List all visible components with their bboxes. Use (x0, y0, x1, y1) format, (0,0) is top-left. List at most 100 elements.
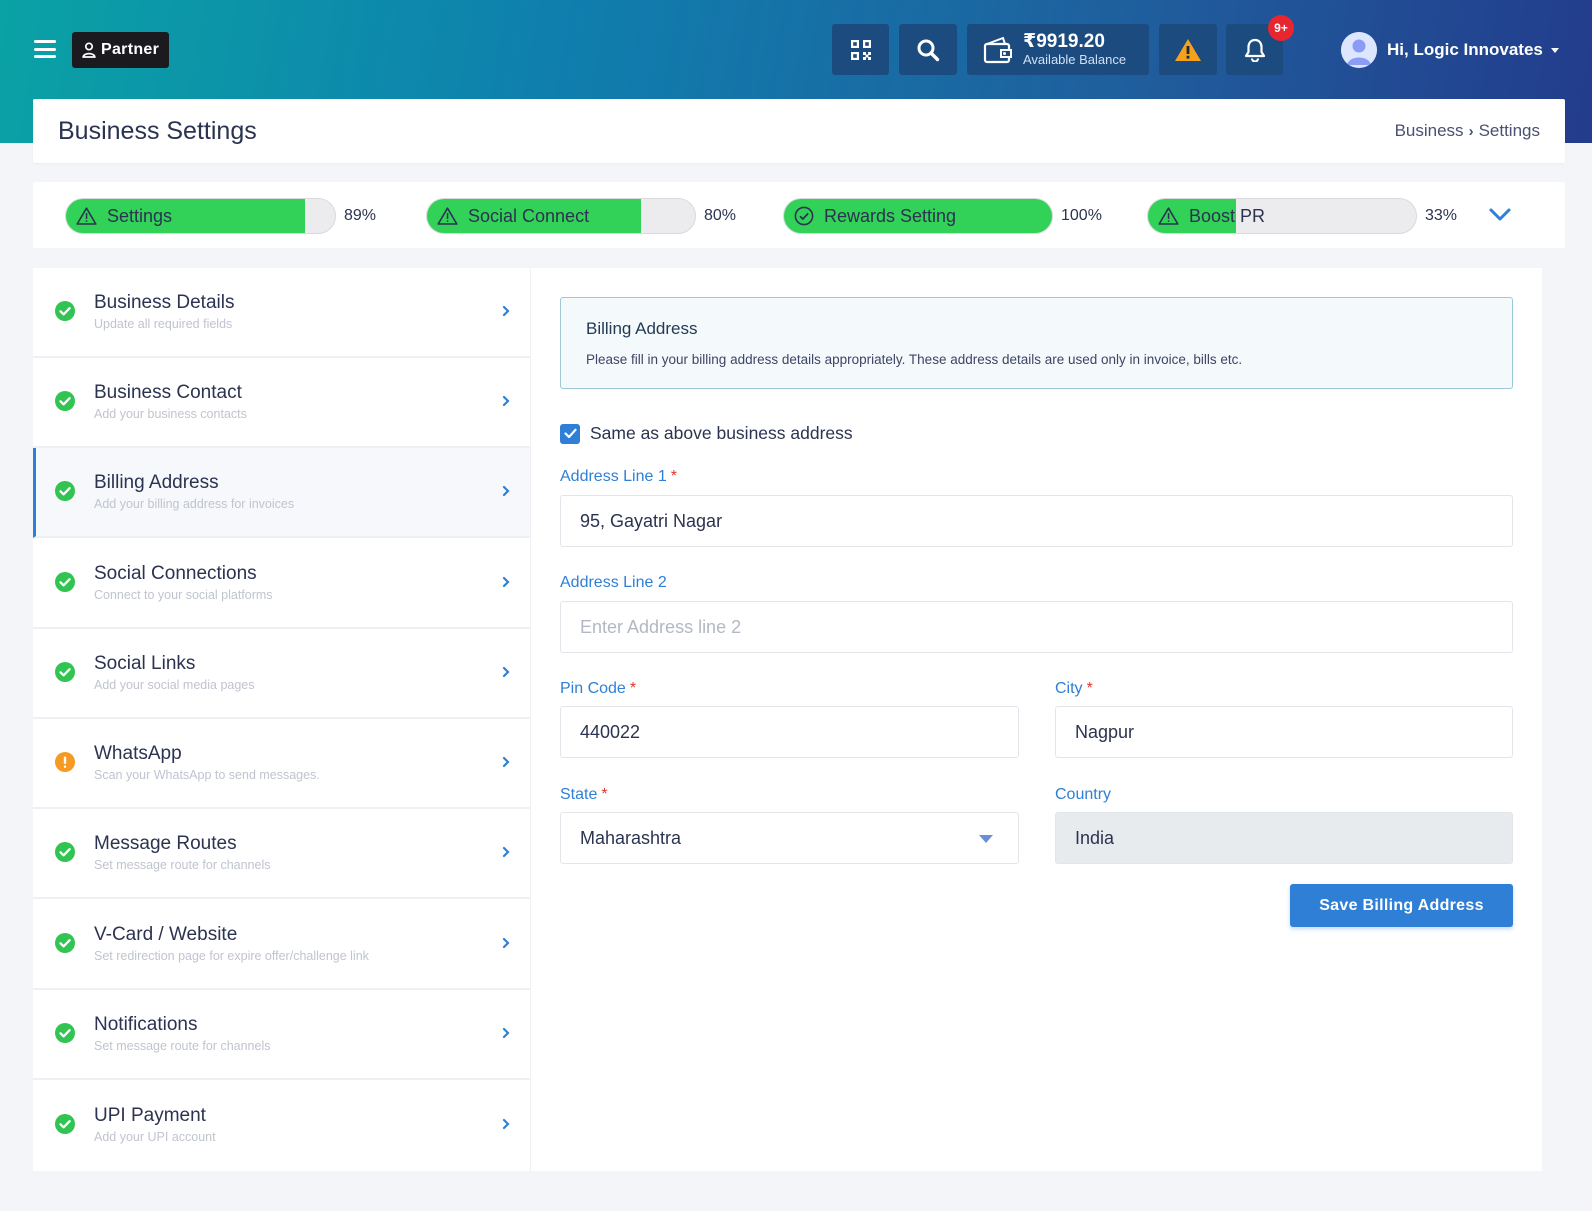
sidebar-item-title: Social Links (94, 653, 196, 674)
alert-button[interactable] (1159, 24, 1217, 75)
progress-boost-pr[interactable]: Boost PR 33% (1147, 198, 1457, 234)
checkmark-icon (563, 428, 577, 439)
pin-code-input[interactable]: 440022 (560, 706, 1019, 758)
sidebar-item-subtitle: Add your business contacts (94, 407, 247, 421)
city-label: City * (1055, 680, 1093, 698)
sidebar-item-upi-payment[interactable]: UPI Payment Add your UPI account (33, 1081, 530, 1171)
check-circle-icon (55, 481, 75, 501)
progress-rewards-setting[interactable]: Rewards Setting 100% (783, 198, 1102, 234)
sidebar-item-title: Business Contact (94, 382, 242, 403)
exclamation-circle-icon (55, 752, 75, 772)
address-line-1-input[interactable]: 95, Gayatri Nagar (560, 495, 1513, 547)
country-input: India (1055, 812, 1513, 864)
check-circle-icon (55, 572, 75, 592)
sidebar-item-whatsapp[interactable]: WhatsApp Scan your WhatsApp to send messa… (33, 719, 530, 809)
progress-label: Settings (107, 205, 173, 226)
avatar (1341, 32, 1377, 68)
chevron-right-icon: › (1468, 122, 1474, 140)
required-mark: * (629, 680, 637, 697)
sidebar-item-vcard-website[interactable]: V-Card / Website Set redirection page for… (33, 900, 530, 990)
wallet-icon (983, 36, 1012, 63)
progress-bar: Social Connect (426, 198, 696, 234)
notifications-button[interactable]: 9+ (1226, 15, 1294, 75)
check-circle-icon (55, 1114, 75, 1134)
billing-address-panel: Billing Address Please fill in your bill… (530, 268, 1542, 1171)
warning-outline-icon (1158, 207, 1179, 225)
progress-social-connect[interactable]: Social Connect 80% (426, 198, 736, 234)
hamburger-menu-icon[interactable] (34, 40, 56, 58)
sidebar-item-title: Social Connections (94, 563, 257, 584)
required-mark: * (670, 468, 677, 485)
sidebar-item-subtitle: Set message route for channels (94, 1039, 271, 1053)
partner-label: Partner (101, 41, 160, 58)
required-mark: * (1086, 680, 1093, 697)
label-text: State (560, 786, 598, 803)
sidebar-item-billing-address[interactable]: Billing Address Add your billing address … (33, 448, 530, 538)
chevron-right-icon (502, 756, 510, 768)
checkbox-label: Same as above business address (590, 423, 853, 443)
sidebar-item-subtitle: Add your UPI account (94, 1130, 216, 1144)
sidebar-item-subtitle: Update all required fields (94, 317, 233, 331)
progress-percent: 80% (704, 207, 737, 224)
chevron-down-icon (1550, 47, 1559, 53)
user-avatar-icon (1341, 32, 1377, 68)
required-mark: * (601, 786, 608, 803)
user-menu[interactable]: Hi, Logic Innovates (1341, 32, 1559, 68)
sidebar-item-subtitle: Add your social media pages (94, 678, 255, 692)
check-circle-outline-icon (794, 206, 814, 226)
sidebar-item-title: WhatsApp (94, 743, 182, 764)
bell-icon (1244, 38, 1265, 62)
user-greeting: Hi, Logic Innovates (1387, 40, 1543, 59)
chevron-right-icon (502, 1118, 510, 1130)
warning-outline-icon (76, 207, 97, 225)
qr-code-icon (850, 39, 871, 60)
address-line-2-input[interactable]: Enter Address line 2 (560, 601, 1513, 653)
sidebar-item-message-routes[interactable]: Message Routes Set message route for chan… (33, 809, 530, 899)
check-circle-icon (55, 933, 75, 953)
search-button[interactable] (899, 24, 957, 75)
progress-percent: 33% (1425, 207, 1458, 224)
breadcrumb-settings: Settings (1478, 121, 1540, 140)
sidebar-item-social-connections[interactable]: Social Connections Connect to your social… (33, 539, 530, 629)
save-billing-address-button[interactable]: Save Billing Address (1290, 884, 1513, 927)
search-icon (917, 39, 940, 61)
progress-bar: Boost PR (1147, 198, 1417, 234)
sidebar-item-social-links[interactable]: Social Links Add your social media pages (33, 629, 530, 719)
sidebar-item-notifications[interactable]: Notifications Set message route for chann… (33, 990, 530, 1080)
qr-code-button[interactable] (832, 24, 889, 75)
label-text: Pin Code (560, 680, 626, 697)
check-circle-icon (55, 662, 75, 682)
progress-label: Boost PR (1189, 205, 1266, 226)
partner-badge[interactable]: Partner (72, 32, 170, 68)
breadcrumb: Business › Settings (1395, 121, 1540, 141)
chevron-down-icon (1489, 208, 1511, 221)
sidebar-item-business-details[interactable]: Business Details Update all required fiel… (33, 268, 530, 358)
wallet-button[interactable]: ₹9919.20 Available Balance (967, 24, 1149, 75)
wallet-balance: ₹9919.20 (1023, 30, 1105, 52)
check-circle-icon (55, 842, 75, 862)
progress-bar: Settings (65, 198, 336, 234)
chevron-right-icon (502, 937, 510, 949)
sidebar-item-title: V-Card / Website (94, 924, 238, 945)
label-text: City (1055, 680, 1083, 697)
caret-down-icon (979, 835, 993, 843)
sidebar-item-subtitle: Set message route for channels (94, 858, 271, 872)
checkbox[interactable] (560, 423, 580, 444)
state-select-value: Maharashtra (580, 827, 682, 848)
progress-bar: Rewards Setting (783, 198, 1053, 234)
sidebar-item-subtitle: Set redirection page for expire offer/ch… (94, 949, 369, 963)
progress-label: Rewards Setting (824, 205, 957, 226)
progress-settings[interactable]: Settings 89% (65, 198, 376, 234)
breadcrumb-business[interactable]: Business (1395, 121, 1464, 141)
sidebar-item-business-contact[interactable]: Business Contact Add your business contac… (33, 358, 530, 448)
chevron-right-icon (502, 485, 510, 497)
state-select[interactable]: Maharashtra (560, 812, 1019, 864)
wallet-balance-label: Available Balance (1023, 51, 1127, 67)
chevron-right-icon (502, 576, 510, 588)
address-line-2-label: Address Line 2 (560, 574, 667, 591)
same-as-business-address-checkbox[interactable]: Same as above business address (560, 423, 853, 444)
expand-progress-button[interactable] (1489, 203, 1511, 232)
user-outline-icon (82, 42, 96, 58)
city-input[interactable]: Nagpur (1055, 706, 1513, 758)
state-label: State * (560, 786, 608, 804)
